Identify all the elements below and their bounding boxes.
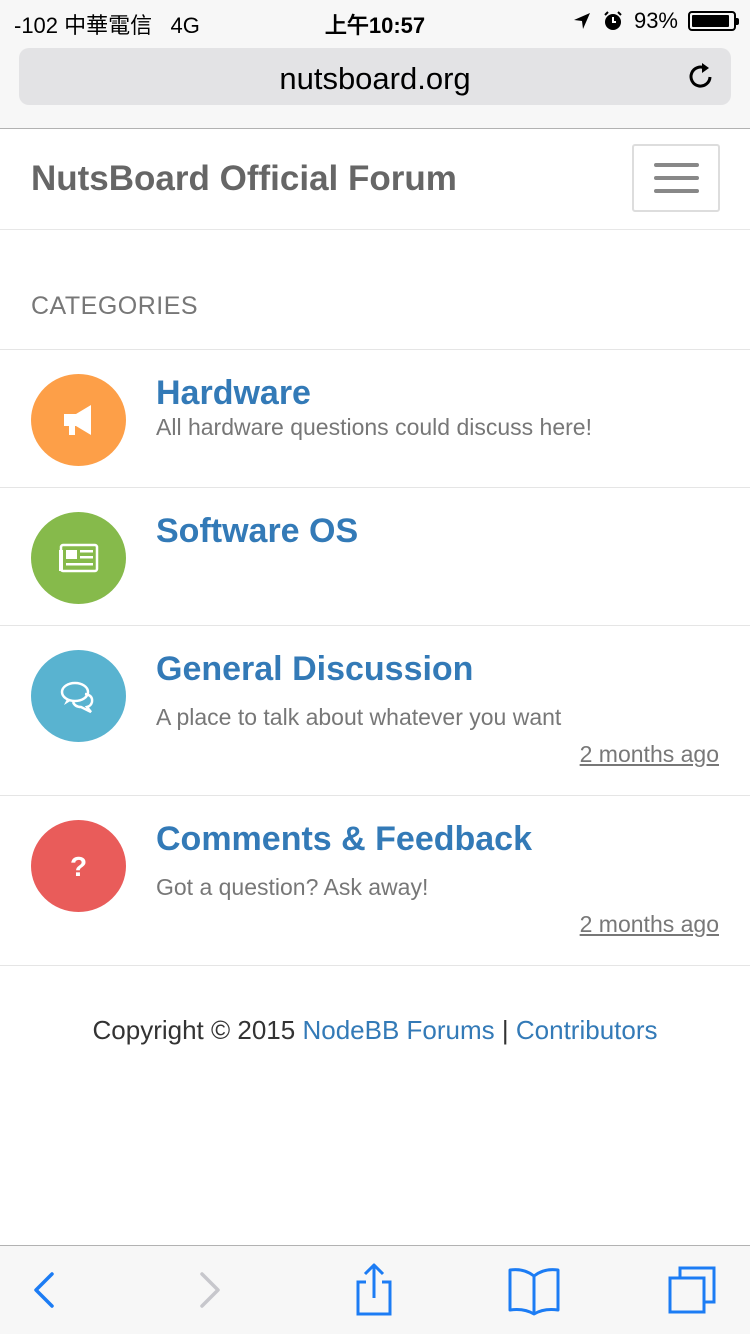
hamburger-line [654, 163, 699, 167]
category-description: All hardware questions could discuss her… [156, 414, 592, 440]
share-icon[interactable] [344, 1262, 404, 1318]
hamburger-menu-button[interactable] [632, 144, 720, 212]
newspaper-icon [59, 543, 99, 573]
category-title[interactable]: Software OS [156, 512, 358, 551]
forum-brand[interactable]: NutsBoard Official Forum [31, 159, 457, 199]
categories-heading: CATEGORIES [31, 292, 199, 320]
last-post-time[interactable]: 2 months ago [580, 741, 719, 768]
category-icon-badge[interactable] [31, 374, 126, 466]
category-title[interactable]: General Discussion [156, 650, 473, 689]
alarm-icon [604, 11, 622, 30]
url-text[interactable]: nutsboard.org [19, 61, 731, 97]
site-header: NutsBoard Official Forum [0, 129, 750, 230]
tabs-icon[interactable] [664, 1262, 724, 1318]
category-description: A place to talk about whatever you want [156, 704, 562, 730]
category-icon-badge[interactable]: ? [31, 820, 126, 912]
browser-toolbar [0, 1245, 750, 1334]
footer-separator: | [501, 1015, 509, 1045]
category-item-software-os[interactable]: Software OS [0, 488, 750, 626]
category-list: Hardware All hardware questions could di… [0, 349, 750, 966]
battery-icon [688, 11, 739, 31]
location-arrow-icon [573, 13, 590, 29]
forward-icon[interactable] [180, 1262, 240, 1318]
category-icon-badge[interactable] [31, 650, 126, 742]
last-post-time[interactable]: 2 months ago [580, 911, 719, 938]
category-description: Got a question? Ask away! [156, 874, 429, 900]
battery-fill [692, 15, 730, 27]
bookmarks-icon[interactable] [504, 1262, 564, 1318]
address-bar[interactable]: nutsboard.org [19, 48, 731, 105]
page-footer: Copyright © 2015 NodeBB Forums | Contrib… [0, 1015, 750, 1046]
svg-text:?: ? [70, 851, 87, 882]
bullhorn-icon [64, 405, 91, 435]
category-title[interactable]: Hardware [156, 374, 311, 413]
status-bar: -102 中華電信 4G 上午10:57 93% [0, 0, 750, 40]
battery-percent: 93% [633, 8, 678, 33]
comments-icon [60, 681, 94, 714]
contributors-link[interactable]: Contributors [516, 1015, 658, 1045]
copyright-text: Copyright © 2015 [92, 1015, 296, 1045]
category-item-general-discussion[interactable]: General Discussion A place to talk about… [0, 626, 750, 796]
browser-address-area: nutsboard.org [0, 40, 750, 129]
back-icon[interactable] [14, 1262, 74, 1318]
hamburger-line [654, 189, 699, 193]
hamburger-line [654, 176, 699, 180]
category-title[interactable]: Comments & Feedback [156, 820, 532, 859]
nodebb-forums-link[interactable]: NodeBB Forums [302, 1015, 494, 1045]
category-item-comments-feedback[interactable]: ? Comments & Feedback Got a question? As… [0, 796, 750, 966]
status-indicators: 93% [572, 8, 739, 34]
question-icon: ? [70, 851, 87, 882]
category-item-hardware[interactable]: Hardware All hardware questions could di… [0, 350, 750, 488]
category-icon-badge[interactable] [31, 512, 126, 604]
reload-icon[interactable] [685, 60, 717, 92]
